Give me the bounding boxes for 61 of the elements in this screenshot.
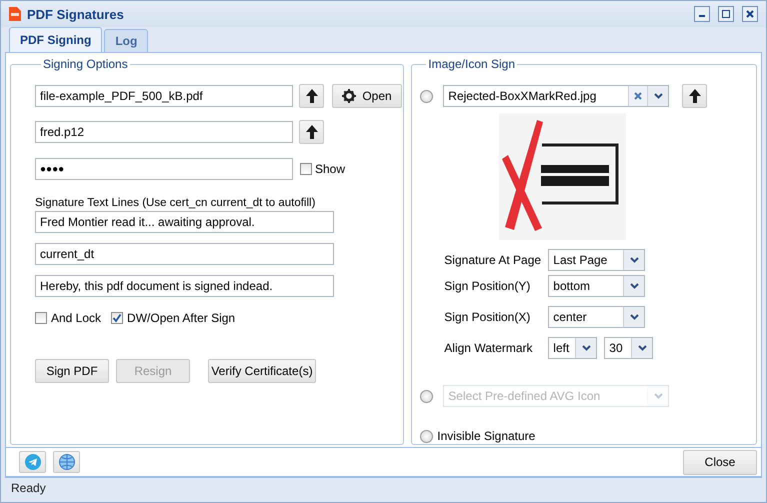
setting-dropdown[interactable]: Last Page	[548, 249, 646, 271]
file-path-field[interactable]: file-example_PDF_500_kB.pdf	[35, 85, 293, 107]
caret-icon	[654, 93, 663, 99]
maximize-button[interactable]	[718, 6, 734, 22]
minimize-button[interactable]	[694, 6, 710, 22]
show-label: Show	[315, 162, 346, 176]
upload-button[interactable]	[682, 84, 708, 108]
telegram-button[interactable]	[19, 451, 46, 473]
password-field[interactable]: ●●●●	[35, 158, 293, 180]
image-file-dropdown[interactable]: Rejected-BoxXMarkRed.jpg	[443, 85, 670, 107]
caret-icon	[654, 393, 663, 399]
caret-icon	[630, 257, 639, 263]
close-icon	[746, 10, 754, 18]
setting-label: Signature At Page	[444, 253, 542, 267]
settings-icon	[342, 89, 356, 103]
up-arrow-icon	[688, 89, 701, 103]
caret-icon	[582, 345, 591, 351]
clear-icon[interactable]	[634, 92, 642, 100]
caret-icon	[630, 283, 639, 289]
close-button[interactable]	[742, 6, 758, 22]
image-radio[interactable]	[420, 90, 434, 102]
tab[interactable]: PDF Signing	[9, 27, 102, 52]
setting-label: Sign Position(Y)	[444, 279, 532, 293]
setting-dropdown[interactable]: 30	[604, 337, 654, 359]
group-title: Image/Icon Sign	[427, 57, 516, 71]
caret-icon	[630, 314, 639, 320]
invisible-signature-label: Invisible Signature	[437, 429, 536, 443]
globe-icon	[58, 454, 74, 470]
upload-button[interactable]	[299, 84, 324, 108]
signature-text-field[interactable]: Hereby, this pdf document is signed indead.	[35, 275, 334, 297]
setting-dropdown[interactable]: left	[548, 337, 598, 359]
up-arrow-icon	[306, 125, 318, 139]
text-lines-label: Signature Text Lines (Use cert_cn current_dt to autofill)	[35, 197, 316, 209]
setting-dropdown[interactable]: center	[548, 306, 646, 328]
setting-label: Sign Position(X)	[444, 310, 532, 324]
up-arrow-icon	[306, 89, 318, 103]
signature-text-field[interactable]: current_dt	[35, 243, 334, 265]
open-button[interactable]: Open	[332, 84, 402, 108]
option-label: And Lock	[51, 311, 102, 325]
show-checkbox[interactable]	[300, 163, 312, 175]
maximize-icon	[722, 10, 730, 18]
option-checkbox[interactable]	[111, 312, 124, 324]
group-title: Signing Options	[42, 57, 129, 71]
option-checkbox[interactable]	[35, 312, 47, 324]
upload-button[interactable]	[299, 120, 324, 144]
pdf-file-icon	[9, 7, 21, 21]
paper-plane-icon	[24, 454, 40, 470]
verify-button[interactable]: Verify Certificate(s)	[208, 359, 316, 383]
certificate-field[interactable]: fred.p12	[35, 121, 293, 143]
signature-text-field[interactable]: Fred Montier read it... awaiting approval.	[35, 211, 334, 233]
setting-dropdown[interactable]: bottom	[548, 275, 646, 297]
caret-icon	[638, 345, 647, 351]
website-button[interactable]	[53, 451, 80, 473]
close-button[interactable]: Close	[683, 450, 757, 474]
setting-label: Align Watermark	[444, 341, 534, 355]
option-label: DW/Open After Sign	[127, 311, 236, 325]
tab[interactable]: Log	[104, 29, 148, 52]
sign-button[interactable]: Sign PDF	[35, 359, 109, 383]
status-text: Ready	[11, 481, 46, 495]
invisible-radio[interactable]	[420, 430, 434, 442]
window-title: PDF Signatures	[27, 6, 125, 22]
